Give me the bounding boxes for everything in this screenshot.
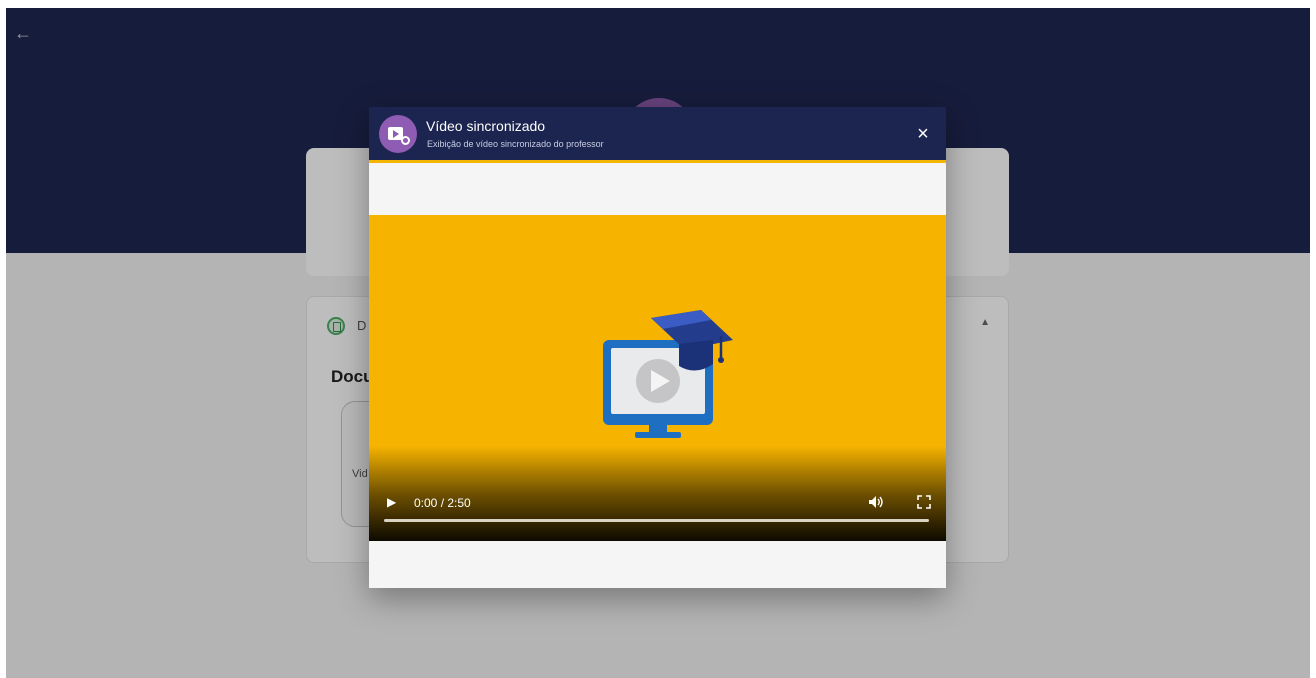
play-button[interactable]: ▶: [387, 495, 401, 509]
fullscreen-icon[interactable]: [917, 495, 931, 509]
frame-edge: [0, 0, 6, 678]
volume-icon[interactable]: [868, 494, 884, 510]
close-button[interactable]: ×: [912, 123, 934, 145]
video-player[interactable]: ▶ 0:00 / 2:50: [369, 215, 946, 541]
video-controls-gradient: [369, 446, 946, 541]
modal-header: Vídeo sincronizado Exibição de vídeo sin…: [369, 107, 946, 163]
video-modal: Vídeo sincronizado Exibição de vídeo sin…: [369, 107, 946, 588]
modal-title: Vídeo sincronizado: [426, 118, 546, 134]
time-display: 0:00 / 2:50: [414, 496, 471, 510]
frame-edge: [1310, 0, 1316, 678]
modal-body-top: [369, 166, 946, 215]
video-sync-icon: [379, 115, 417, 153]
progress-bar[interactable]: [384, 519, 929, 522]
frame-edge: [0, 0, 1316, 8]
graduation-monitor-icon: [603, 310, 733, 438]
modal-subtitle: Exibição de vídeo sincronizado do profes…: [427, 139, 604, 149]
modal-body-bottom: [369, 541, 946, 588]
